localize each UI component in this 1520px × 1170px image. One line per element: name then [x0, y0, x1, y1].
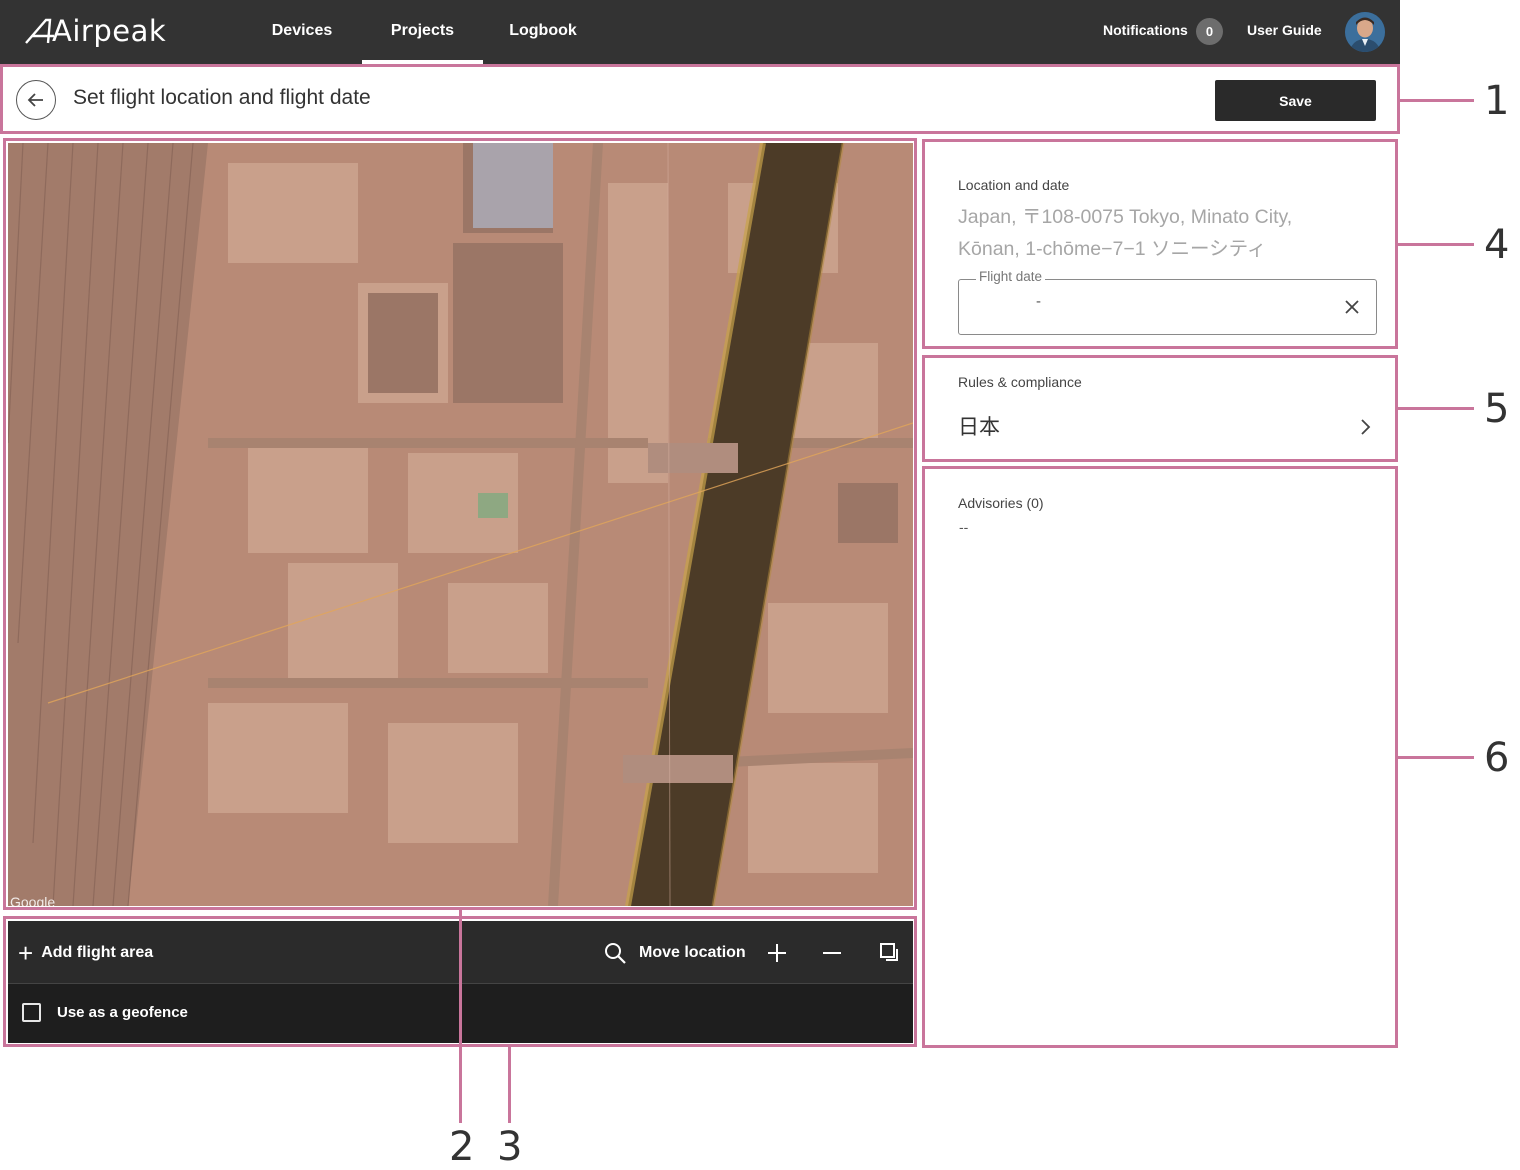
callout-number-1: 1 — [1484, 78, 1510, 124]
callout-line-3 — [508, 1047, 511, 1123]
satellite-map[interactable]: Google — [8, 143, 913, 906]
flight-date-value[interactable]: - — [1036, 293, 1041, 310]
save-button[interactable]: Save — [1215, 80, 1376, 121]
use-as-geofence-label: Use as a geofence — [57, 1004, 188, 1021]
callout-number-5: 5 — [1484, 386, 1510, 432]
callout-number-6: 6 — [1484, 735, 1510, 781]
clear-date-button[interactable] — [1340, 295, 1364, 319]
rules-open-button[interactable] — [1354, 416, 1376, 438]
address-line-1: Japan, 〒108-0075 Tokyo, Minato City, — [958, 206, 1293, 228]
advisories-panel-frame — [922, 466, 1398, 1048]
page-header: Set flight location and flight date Save — [3, 67, 1397, 131]
nav-projects[interactable]: Projects — [362, 0, 483, 64]
top-navigation-bar: Airpeak Devices Projects Logbook Notific… — [0, 0, 1400, 64]
map-imagery — [8, 143, 913, 906]
notifications-count-badge[interactable]: 0 — [1196, 18, 1223, 45]
airpeak-logo[interactable]: Airpeak — [24, 14, 166, 48]
rules-compliance-label: Rules & compliance — [958, 374, 1082, 390]
user-avatar[interactable] — [1345, 12, 1385, 52]
fullscreen-icon — [880, 942, 898, 961]
add-flight-area-button[interactable]: + Add flight area — [18, 921, 153, 984]
plus-icon: + — [18, 937, 34, 968]
location-and-date-label: Location and date — [958, 177, 1070, 193]
callout-number-3: 3 — [497, 1124, 523, 1170]
callout-number-4: 4 — [1484, 222, 1510, 268]
minus-icon — [823, 951, 841, 954]
avatar-icon — [1345, 12, 1385, 52]
rules-country-value[interactable]: 日本 — [958, 411, 1000, 441]
plus-icon — [768, 943, 786, 962]
page-title: Set flight location and flight date — [73, 86, 371, 109]
location-address: Japan, 〒108-0075 Tokyo, Minato City, Kōn… — [958, 201, 1378, 265]
rules-panel-frame — [922, 355, 1398, 462]
map-credit: Google — [10, 894, 56, 906]
advisories-value: -- — [959, 519, 969, 535]
flight-date-label: Flight date — [976, 269, 1046, 284]
fullscreen-button[interactable] — [878, 921, 902, 984]
back-button[interactable] — [16, 80, 56, 120]
close-icon — [1345, 300, 1359, 314]
callout-line-2 — [459, 909, 462, 1123]
callout-line-1 — [1398, 99, 1474, 102]
move-location-label: Move location — [639, 943, 746, 961]
callout-line-5 — [1398, 407, 1474, 410]
nav-logbook[interactable]: Logbook — [500, 0, 586, 64]
use-as-geofence-checkbox[interactable]: Use as a geofence — [22, 1003, 188, 1022]
add-flight-area-label: Add flight area — [41, 943, 154, 961]
notifications-link[interactable]: Notifications — [1103, 22, 1188, 38]
address-line-2: Kōnan, 1-chōme−7−1 ソニーシティ — [958, 238, 1267, 260]
callout-number-2: 2 — [449, 1124, 475, 1170]
search-icon — [605, 942, 626, 964]
user-guide-link[interactable]: User Guide — [1247, 22, 1322, 38]
flight-date-field[interactable] — [958, 279, 1377, 335]
advisories-label: Advisories (0) — [958, 495, 1044, 511]
zoom-in-button[interactable] — [765, 921, 789, 984]
arrow-left-icon — [27, 93, 43, 107]
nav-devices[interactable]: Devices — [262, 0, 342, 64]
move-location-button[interactable]: Move location — [603, 921, 746, 984]
brand-name: Airpeak — [52, 14, 167, 48]
callout-line-4 — [1398, 243, 1474, 246]
zoom-out-button[interactable] — [820, 921, 844, 984]
callout-line-6 — [1398, 756, 1474, 759]
chevron-right-icon — [1361, 419, 1371, 435]
checkbox-icon[interactable] — [22, 1003, 41, 1022]
